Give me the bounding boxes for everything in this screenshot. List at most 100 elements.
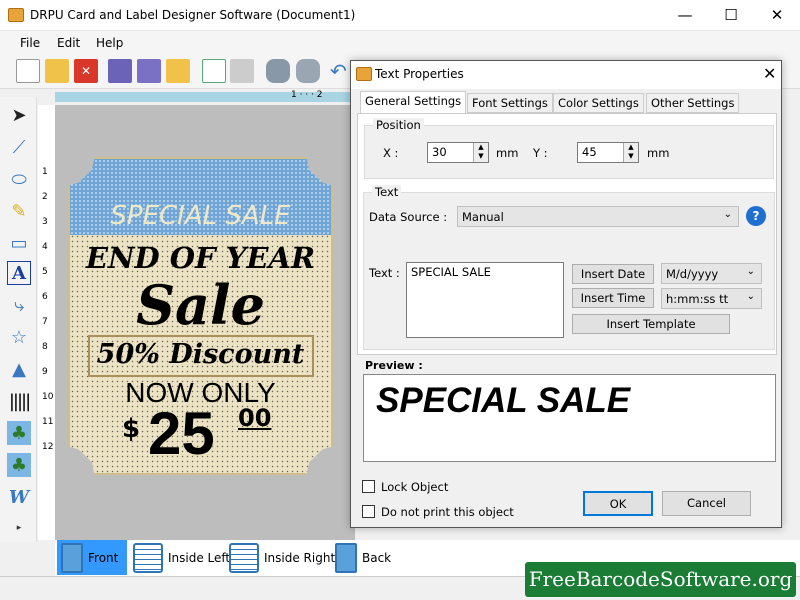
- tab-general-settings[interactable]: General Settings: [360, 91, 467, 114]
- word-art-icon[interactable]: W: [7, 485, 31, 509]
- print-icon[interactable]: [230, 59, 254, 83]
- watermark-logo: FreeBarcodeSoftware.org: [525, 562, 796, 597]
- dialog-close-button[interactable]: ✕: [763, 64, 776, 83]
- ruler-tick-label: 12: [42, 442, 54, 452]
- lock-object-checkbox[interactable]: [362, 480, 375, 493]
- close-red-icon[interactable]: ✕: [74, 59, 98, 83]
- title-bar: DRPU Card and Label Designer Software (D…: [0, 0, 800, 31]
- do-not-print-checkbox[interactable]: [362, 505, 375, 518]
- position-group: Position X : 30 ▲ ▼ mm Y : 45 ▲ ▼ mm: [364, 118, 774, 179]
- horizontal-ruler: 1 · · · 2: [55, 90, 355, 102]
- data-source-select[interactable]: Manual ⌄: [457, 206, 739, 227]
- line-icon[interactable]: ⟋: [7, 135, 31, 159]
- page-tab-inside-left[interactable]: Inside Left: [129, 540, 234, 575]
- tab-color-settings[interactable]: Color Settings: [553, 93, 644, 113]
- ruler-tick-label: 2: [42, 192, 48, 202]
- cancel-button[interactable]: Cancel: [662, 491, 751, 516]
- card-discount[interactable]: 50% Discount: [70, 339, 331, 370]
- insert-time-button[interactable]: Insert Time: [572, 288, 654, 308]
- time-format-select[interactable]: h:mm:ss tt ⌄: [661, 288, 762, 309]
- card-cents: 00: [238, 404, 272, 432]
- picture-icon[interactable]: ♣: [7, 421, 31, 445]
- select-move-icon[interactable]: ➤: [7, 103, 31, 127]
- edit-notes-icon[interactable]: [202, 59, 226, 83]
- page-tab-back[interactable]: Back: [331, 540, 395, 575]
- text-input[interactable]: SPECIAL SALE: [406, 262, 564, 338]
- y-label: Y :: [533, 146, 548, 160]
- expand-icon[interactable]: ▸: [7, 521, 31, 535]
- tool-palette: ➤ ⟋ ⬭ ✎ ▭ A ⤷ ☆ ▲ ||||| ♣ ♣ W ▸: [0, 97, 37, 542]
- open-book-icon: [133, 542, 163, 573]
- export-folder-icon[interactable]: [166, 59, 190, 83]
- help-icon[interactable]: ?: [746, 206, 766, 226]
- insert-template-button[interactable]: Insert Template: [572, 314, 730, 334]
- maximize-button[interactable]: ☐: [708, 0, 754, 30]
- page-tab-label: Inside Right: [264, 550, 336, 565]
- open-book-icon: [229, 542, 259, 573]
- y-input[interactable]: 45 ▲ ▼: [577, 142, 639, 163]
- insert-date-button[interactable]: Insert Date: [572, 264, 654, 284]
- new-document-icon[interactable]: [16, 59, 40, 83]
- tab-font-settings[interactable]: Font Settings: [467, 93, 553, 113]
- image-library-icon[interactable]: ♣: [7, 453, 31, 477]
- open-folder-icon[interactable]: [45, 59, 69, 83]
- database-icon[interactable]: [296, 59, 320, 83]
- rectangle-icon[interactable]: ▭: [7, 231, 31, 255]
- y-unit: mm: [647, 146, 670, 160]
- do-not-print-label: Do not print this object: [381, 505, 514, 519]
- ruler-tick-label: 7: [42, 317, 48, 327]
- text-label: Text :: [369, 266, 400, 280]
- page-tab-label: Front: [88, 550, 119, 565]
- minimize-button[interactable]: —: [662, 0, 708, 30]
- ruler-tick-label: 11: [42, 417, 54, 427]
- tab-other-settings[interactable]: Other Settings: [646, 93, 740, 113]
- page-tab-front[interactable]: Front: [57, 540, 127, 575]
- ruler-tick-label: 10: [42, 392, 54, 402]
- card-line2[interactable]: Sale: [70, 273, 331, 337]
- save-as-icon[interactable]: [137, 59, 161, 83]
- ruler-tick-label: 8: [42, 342, 48, 352]
- text-properties-dialog: Text Properties ✕ General Settings Font …: [350, 60, 782, 528]
- book-icon: [61, 542, 83, 573]
- card-header-text[interactable]: SPECIAL SALE: [70, 201, 331, 231]
- close-button[interactable]: ✕: [754, 0, 800, 30]
- star-icon[interactable]: ☆: [7, 325, 31, 349]
- card-price[interactable]: 25: [148, 399, 215, 468]
- ruler-tick-label: 6: [42, 292, 48, 302]
- ok-button[interactable]: OK: [583, 491, 653, 516]
- dialog-title-bar: Text Properties ✕: [351, 61, 781, 89]
- menu-file[interactable]: File: [20, 36, 40, 50]
- database-add-icon[interactable]: [266, 59, 290, 83]
- window-title: DRPU Card and Label Designer Software (D…: [30, 8, 356, 22]
- ruler-tick-label: 3: [42, 217, 48, 227]
- sale-card[interactable]: SPECIAL SALE END OF YEAR Sale 50% Discou…: [68, 157, 333, 475]
- page-tab-label: Back: [362, 550, 392, 565]
- page-tab-inside-right[interactable]: Inside Right: [225, 540, 339, 575]
- x-input[interactable]: 30 ▲ ▼: [427, 142, 489, 163]
- menu-bar: File Edit Help: [0, 31, 800, 55]
- preview-text: SPECIAL SALE: [376, 381, 631, 420]
- date-format-select[interactable]: M/d/yyyy ⌄: [661, 263, 762, 284]
- book-icon: [335, 542, 357, 573]
- text-group: Text Data Source : Manual ⌄ ? Text : SPEC…: [363, 185, 775, 350]
- text-icon[interactable]: A: [7, 261, 31, 285]
- ruler-tick-label: 4: [42, 242, 48, 252]
- y-spinner[interactable]: ▲ ▼: [623, 143, 638, 162]
- x-spinner[interactable]: ▲ ▼: [473, 143, 488, 162]
- card-line1[interactable]: END OF YEAR: [70, 241, 331, 275]
- save-icon[interactable]: [108, 59, 132, 83]
- data-source-label: Data Source :: [369, 210, 448, 224]
- lock-object-label: Lock Object: [381, 480, 449, 494]
- menu-help[interactable]: Help: [96, 36, 123, 50]
- menu-edit[interactable]: Edit: [57, 36, 80, 50]
- ellipse-icon[interactable]: ⬭: [7, 167, 31, 191]
- pencil-icon[interactable]: ✎: [7, 199, 31, 223]
- chevron-down-icon: ⌄: [746, 291, 755, 302]
- chevron-down-icon: ⌄: [746, 266, 755, 277]
- triangle-icon[interactable]: ▲: [7, 357, 31, 381]
- barcode-icon[interactable]: |||||: [7, 389, 31, 413]
- bezier-curve-icon[interactable]: ⤷: [7, 293, 31, 317]
- ruler-tick-label: 5: [42, 267, 48, 277]
- vertical-ruler: 1 2 3 4 5 6 7 8 9 10 11 12: [38, 105, 55, 540]
- ruler-tick-label: 9: [42, 367, 48, 377]
